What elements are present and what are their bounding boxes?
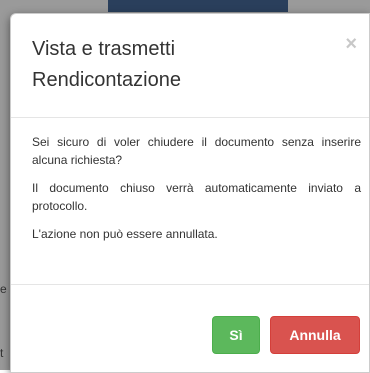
dialog-message-protocol: Il documento chiuso verrà automaticament… [32, 181, 361, 213]
background-header-strip [108, 0, 288, 12]
dialog-header: Vista e trasmetti Rendicontazione × [11, 14, 369, 118]
dialog-body: Sei sicuro di voler chiudere il document… [32, 133, 361, 253]
close-icon[interactable]: × [345, 34, 357, 54]
yes-button[interactable]: Sì [212, 316, 260, 354]
background-text-fragment: e [0, 282, 7, 296]
dialog-title: Vista e trasmetti Rendicontazione [32, 38, 181, 91]
cancel-button[interactable]: Annulla [270, 316, 360, 354]
confirm-dialog: Vista e trasmetti Rendicontazione × Sei … [10, 13, 370, 373]
background-text-fragment: t [0, 346, 4, 360]
dialog-message-confirm: Sei sicuro di voler chiudere il document… [32, 135, 361, 167]
dialog-footer-divider [11, 284, 369, 285]
dialog-message-irreversible: L'azione non può essere annullata. [32, 227, 218, 241]
